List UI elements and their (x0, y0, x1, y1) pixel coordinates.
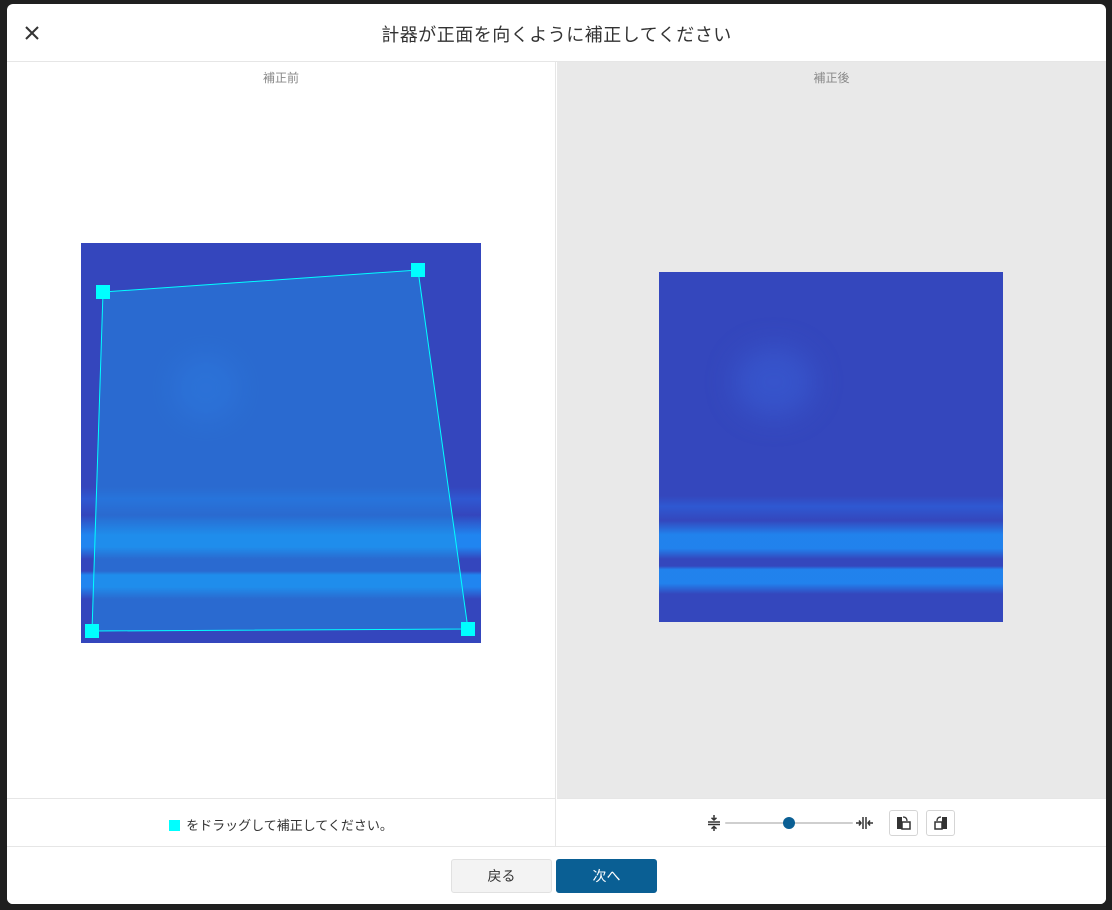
after-label: 補正後 (813, 71, 850, 85)
zoom-out-icon[interactable] (706, 815, 722, 831)
handle-bottom-right[interactable] (461, 622, 475, 636)
after-image (659, 272, 1003, 622)
zoom-slider-thumb[interactable] (783, 817, 795, 829)
handle-bottom-left[interactable] (85, 624, 99, 638)
hint-bar: をドラッグして補正してください。 (7, 798, 556, 846)
correction-quad-overlay (85, 263, 475, 638)
before-panel: 補正前 (7, 62, 556, 798)
rotate-left-button[interactable] (889, 810, 918, 836)
next-button[interactable]: 次へ (556, 859, 657, 893)
rotate-right-icon (934, 816, 947, 830)
action-bar: 戻る 次へ (7, 846, 1106, 904)
handle-swatch-icon (169, 820, 181, 831)
drag-hint: をドラッグして補正してください。 (7, 815, 555, 834)
before-image (81, 243, 481, 643)
handle-top-right[interactable] (411, 263, 425, 277)
rotate-right-button[interactable] (926, 810, 955, 836)
zoom-toolbar (557, 798, 1106, 846)
perspective-correction-dialog: 計器が正面を向くように補正してください 補正前 補正後 をドラッグして補正してく… (7, 4, 1106, 904)
back-button[interactable]: 戻る (451, 859, 552, 893)
dialog-header: 計器が正面を向くように補正してください (7, 4, 1106, 62)
zoom-in-icon[interactable] (856, 815, 874, 831)
zoom-slider[interactable] (725, 817, 853, 829)
dialog-title: 計器が正面を向くように補正してください (381, 25, 732, 46)
handle-top-left[interactable] (96, 285, 110, 299)
drag-hint-text: をドラッグして補正してください。 (186, 819, 393, 834)
rotate-left-icon (897, 816, 911, 830)
before-label: 補正前 (262, 71, 299, 85)
after-panel: 補正後 (557, 62, 1106, 798)
correction-quad (91, 269, 469, 632)
